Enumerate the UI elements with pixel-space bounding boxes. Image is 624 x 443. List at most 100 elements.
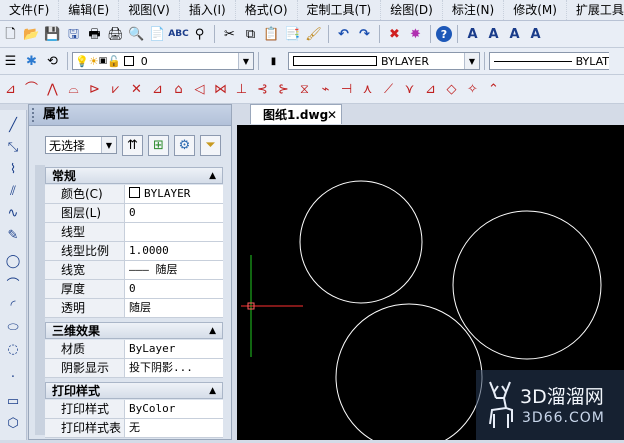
close-icon[interactable]: ✕ xyxy=(327,105,337,125)
prop-row-linetype[interactable]: 线型 xyxy=(45,223,223,242)
text-find-icon[interactable]: A xyxy=(526,25,545,44)
prop-row-plot-style-table[interactable]: 打印样式表 无 xyxy=(45,419,223,438)
prop-value[interactable]: BYLAYER xyxy=(125,185,223,203)
dim-jogged-linear-icon[interactable]: ⊣ xyxy=(337,80,356,99)
layer-dropdown[interactable]: 💡 ☀ ▣ 🔓 0 ▼ xyxy=(72,52,254,70)
undo-icon[interactable]: ↶ xyxy=(334,25,353,44)
rectangle-icon[interactable]: ▭ xyxy=(4,392,22,410)
tolerance-icon[interactable]: ⊱ xyxy=(274,80,293,99)
dim-break-icon[interactable]: ⊰ xyxy=(253,80,272,99)
dim-override-icon[interactable]: ◇ xyxy=(442,80,461,99)
collapse-icon[interactable]: ▲ xyxy=(209,168,216,184)
layer-state-icon[interactable]: ✱ xyxy=(22,52,41,71)
section-general-header[interactable]: 常规 ▲ xyxy=(45,167,223,184)
dim-inspect-icon[interactable]: ⌁ xyxy=(316,80,335,99)
construction-line-icon[interactable]: ⫽ xyxy=(4,182,22,200)
dim-radius-icon[interactable]: ⊳ xyxy=(85,80,104,99)
donut-icon[interactable]: ◌ xyxy=(4,340,22,358)
menu-extensions[interactable]: 扩展工具(X) xyxy=(567,0,624,20)
layer-manager-icon[interactable]: ☰ xyxy=(1,52,20,71)
menu-edit[interactable]: 编辑(E) xyxy=(59,0,120,20)
drawing-circle[interactable] xyxy=(299,180,423,304)
prop-row-shadow[interactable]: 阴影显示 投下阴影... xyxy=(45,359,223,378)
polygon-icon[interactable]: ⬡ xyxy=(4,414,22,432)
publish-icon[interactable]: 📄 xyxy=(148,25,167,44)
linetype-dropdown[interactable]: BYLAT xyxy=(489,52,609,70)
make-object-layer-current-icon[interactable]: ▮ xyxy=(264,52,283,71)
ellipse-arc-icon[interactable]: ◜ xyxy=(4,296,22,314)
polyline-icon[interactable]: ⌇ xyxy=(4,160,22,178)
chevron-down-icon[interactable]: ▼ xyxy=(238,53,253,69)
prop-value[interactable]: 无 xyxy=(125,419,223,437)
delete-icon[interactable]: ✖ xyxy=(385,25,404,44)
spline-icon[interactable]: ∿ xyxy=(4,204,22,222)
menu-insert[interactable]: 插入(I) xyxy=(180,0,236,20)
dim-edit-icon[interactable]: ⋏ xyxy=(358,80,377,99)
select-objects-icon[interactable]: ⊞ xyxy=(148,135,169,156)
dim-text-edit-icon[interactable]: ⟋ xyxy=(379,80,398,99)
prop-row-transparency[interactable]: 透明 随层 xyxy=(45,299,223,318)
help-icon[interactable]: ? xyxy=(436,26,452,42)
prop-value[interactable]: ByLayer xyxy=(125,340,223,358)
prop-row-material[interactable]: 材质 ByLayer xyxy=(45,340,223,359)
layer-previous-icon[interactable]: ⟲ xyxy=(43,52,62,71)
save-as-icon[interactable]: 🖫 xyxy=(64,25,83,44)
prop-row-lineweight[interactable]: 线宽 ——— 随层 xyxy=(45,261,223,280)
dim-jogged-icon[interactable]: ⩗ xyxy=(106,80,125,99)
prop-value[interactable]: 1.0000 xyxy=(125,242,223,260)
dim-angular-icon[interactable]: ⊿ xyxy=(148,80,167,99)
menu-draw[interactable]: 绘图(D) xyxy=(381,0,443,20)
chevron-down-icon[interactable]: ▼ xyxy=(464,53,479,69)
text-style-icon[interactable]: A xyxy=(463,25,482,44)
dim-linear-icon[interactable]: ⊿ xyxy=(1,80,20,99)
arc-icon[interactable]: ⌒ xyxy=(4,274,22,293)
dim-ordinate-icon[interactable]: ⌓ xyxy=(64,80,83,99)
paste-special-icon[interactable]: 📑 xyxy=(283,25,302,44)
prop-row-linetype-scale[interactable]: 线型比例 1.0000 xyxy=(45,242,223,261)
plot-icon[interactable]: 🖨 xyxy=(106,25,125,44)
point-icon[interactable]: · xyxy=(4,368,22,386)
print-preview-icon[interactable]: 🔍 xyxy=(127,25,146,44)
dim-style-icon[interactable]: ⊿ xyxy=(421,80,440,99)
color-dropdown[interactable]: BYLAYER ▼ xyxy=(288,52,480,70)
layer-lock-icon[interactable]: 🔓 xyxy=(107,55,121,68)
layer-on-icon[interactable]: 💡 xyxy=(75,55,89,68)
save-icon[interactable]: 💾 xyxy=(43,25,62,44)
prop-value[interactable]: 投下阴影... xyxy=(125,359,223,377)
prop-row-layer[interactable]: 图层(L) 0 xyxy=(45,204,223,223)
toggle-pickadd-icon[interactable]: ⇈ xyxy=(122,135,143,156)
menu-view[interactable]: 视图(V) xyxy=(119,0,180,20)
line-icon[interactable]: ╱ xyxy=(4,116,22,134)
menu-file[interactable]: 文件(F) xyxy=(0,0,60,20)
section-plot-style-header[interactable]: 打印样式 ▲ xyxy=(45,382,223,399)
prop-value[interactable] xyxy=(125,223,223,241)
collapse-icon[interactable]: ▲ xyxy=(209,383,216,399)
properties-panel-header[interactable]: 属性 xyxy=(29,105,231,126)
explode-icon[interactable]: ✸ xyxy=(406,25,425,44)
text-edit-icon[interactable]: A xyxy=(505,25,524,44)
new-file-icon[interactable]: 🗋 xyxy=(1,25,20,44)
prop-value[interactable]: ByColor xyxy=(125,400,223,418)
text-icon[interactable]: A xyxy=(484,25,503,44)
center-mark-icon[interactable]: ⧖ xyxy=(295,80,314,99)
revision-cloud-icon[interactable]: ✎ xyxy=(4,226,22,244)
dim-continue-icon[interactable]: ⋈ xyxy=(211,80,230,99)
menu-format[interactable]: 格式(O) xyxy=(236,0,298,20)
dim-reassociate-icon[interactable]: ⌃ xyxy=(484,80,503,99)
chevron-down-icon[interactable]: ▼ xyxy=(101,137,116,153)
menu-dimension[interactable]: 标注(N) xyxy=(443,0,505,20)
quick-select-icon[interactable]: ⚙ xyxy=(174,135,195,156)
menu-custom-tools[interactable]: 定制工具(T) xyxy=(298,0,382,20)
layer-viewport-icon[interactable]: ▣ xyxy=(99,56,108,66)
section-3d-effects-header[interactable]: 三维效果 ▲ xyxy=(45,322,223,339)
prop-row-color[interactable]: 颜色(C) BYLAYER xyxy=(45,185,223,204)
ray-icon[interactable]: ⤡ xyxy=(4,138,22,156)
prop-row-plot-style[interactable]: 打印样式 ByColor xyxy=(45,400,223,419)
prop-value[interactable]: ——— 随层 xyxy=(125,261,223,279)
dim-aligned-icon[interactable]: ⌒ xyxy=(22,80,41,99)
prop-value[interactable]: 0 xyxy=(125,280,223,298)
dim-baseline-icon[interactable]: ◁ xyxy=(190,80,209,99)
redo-icon[interactable]: ↷ xyxy=(355,25,374,44)
selection-dropdown[interactable]: 无选择 ▼ xyxy=(45,136,117,154)
ellipse-icon[interactable]: ⬭ xyxy=(4,318,22,336)
